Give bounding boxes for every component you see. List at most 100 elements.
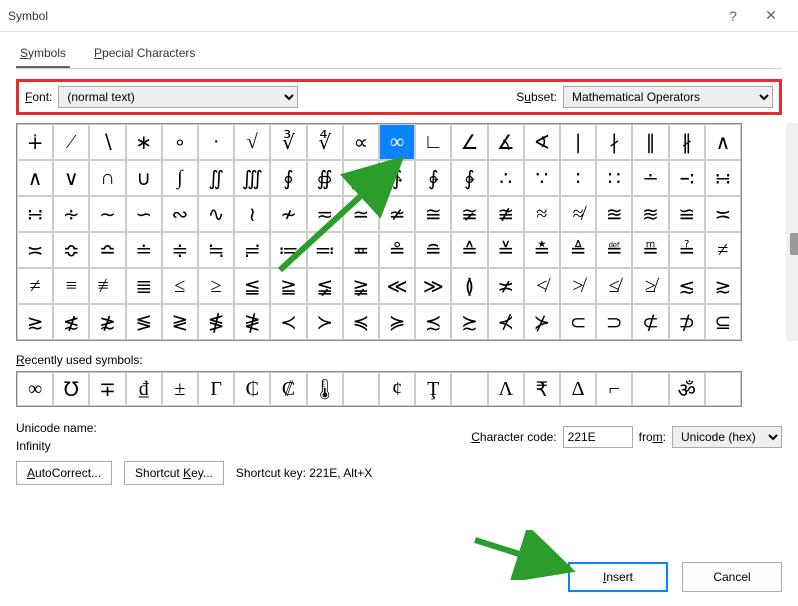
symbol-cell[interactable]: ∭ <box>234 160 270 196</box>
symbol-cell[interactable]: ≤ <box>162 268 198 304</box>
symbol-cell[interactable]: ∺ <box>705 160 741 196</box>
symbol-cell[interactable]: ∻ <box>53 196 89 232</box>
symbol-cell[interactable]: ≰ <box>596 268 632 304</box>
symbol-cell[interactable]: ≒ <box>198 232 234 268</box>
symbol-cell[interactable]: ≱ <box>632 268 668 304</box>
symbol-cell[interactable]: ∩ <box>89 160 125 196</box>
symbol-cell[interactable]: ∺ <box>17 196 53 232</box>
shortcut-key-button[interactable]: Shortcut Key... <box>124 461 224 485</box>
symbol-cell[interactable]: ∕ <box>53 124 89 160</box>
symbol-cell[interactable]: ∽ <box>126 196 162 232</box>
symbol-cell[interactable]: ⊁ <box>524 304 560 340</box>
symbol-cell[interactable]: ∧ <box>17 160 53 196</box>
symbol-cell[interactable]: ≕ <box>307 232 343 268</box>
symbol-cell[interactable]: ≬ <box>451 268 487 304</box>
recent-cell[interactable]: ₡ <box>270 372 306 406</box>
symbol-cell[interactable]: ≠ <box>705 232 741 268</box>
symbol-cell[interactable]: ∰ <box>343 160 379 196</box>
symbol-cell[interactable]: ∳ <box>451 160 487 196</box>
close-button[interactable]: ✕ <box>752 7 790 24</box>
recent-cell[interactable]: 🌡 <box>307 372 343 406</box>
symbol-cell[interactable]: ≴ <box>53 304 89 340</box>
symbol-cell[interactable]: ∹ <box>669 160 705 196</box>
recent-cell[interactable] <box>632 372 668 406</box>
symbol-cell[interactable]: ≠ <box>17 268 53 304</box>
symbol-cell[interactable]: ∙ <box>198 124 234 160</box>
symbol-cell[interactable]: ≉ <box>560 196 596 232</box>
recent-cell[interactable] <box>451 372 487 406</box>
symbol-cell[interactable]: ∦ <box>669 124 705 160</box>
cancel-button[interactable]: Cancel <box>682 562 782 592</box>
symbol-cell[interactable]: ≘ <box>415 232 451 268</box>
symbol-cell[interactable]: ≃ <box>343 196 379 232</box>
symbol-cell[interactable]: ≭ <box>488 268 524 304</box>
tab-special-characters[interactable]: Ppecial Characters <box>90 40 199 68</box>
symbol-cell[interactable]: ≳ <box>17 304 53 340</box>
symbol-cell[interactable]: ≮ <box>524 268 560 304</box>
symbol-cell[interactable]: ∥ <box>632 124 668 160</box>
recent-cell[interactable]: ¢ <box>379 372 415 406</box>
symbol-cell[interactable]: ≍ <box>705 196 741 232</box>
symbol-cell[interactable]: ≧ <box>270 268 306 304</box>
symbol-cell[interactable]: ≹ <box>234 304 270 340</box>
recent-cell[interactable]: Ţ <box>415 372 451 406</box>
recent-cell[interactable]: ॐ <box>669 372 705 406</box>
help-button[interactable]: ? <box>714 8 752 24</box>
symbol-cell[interactable]: ≺ <box>270 304 306 340</box>
scrollbar[interactable] <box>786 123 798 341</box>
symbol-cell[interactable]: ≛ <box>524 232 560 268</box>
symbol-cell[interactable]: ≼ <box>343 304 379 340</box>
symbol-cell[interactable]: ≌ <box>669 196 705 232</box>
symbol-cell[interactable]: ≈ <box>524 196 560 232</box>
symbol-cell[interactable]: ∔ <box>17 124 53 160</box>
symbol-cell[interactable]: ∨ <box>53 160 89 196</box>
autocorrect-button[interactable]: AutoCorrect... <box>16 461 112 485</box>
symbol-cell[interactable]: ≽ <box>379 304 415 340</box>
symbol-cell[interactable]: ∢ <box>524 124 560 160</box>
symbol-cell[interactable]: ≪ <box>379 268 415 304</box>
symbol-cell[interactable]: ≎ <box>53 232 89 268</box>
symbol-cell[interactable]: ∾ <box>162 196 198 232</box>
symbol-cell[interactable]: ≡ <box>53 268 89 304</box>
symbol-cell[interactable]: ≓ <box>234 232 270 268</box>
symbol-cell[interactable]: ≇ <box>488 196 524 232</box>
symbol-cell[interactable]: ≖ <box>343 232 379 268</box>
symbol-cell[interactable]: ≙ <box>451 232 487 268</box>
recent-cell[interactable]: ₹ <box>524 372 560 406</box>
subset-select[interactable]: Mathematical Operators <box>563 86 773 108</box>
symbol-cell[interactable]: ≵ <box>89 304 125 340</box>
symbol-cell[interactable]: √ <box>234 124 270 160</box>
symbol-cell[interactable]: ∟ <box>415 124 451 160</box>
symbol-cell[interactable]: ⊀ <box>488 304 524 340</box>
symbol-cell[interactable]: ≚ <box>488 232 524 268</box>
recent-cell[interactable]: ∞ <box>17 372 53 406</box>
symbol-cell[interactable]: ∘ <box>162 124 198 160</box>
symbol-cell[interactable]: ≲ <box>669 268 705 304</box>
symbol-cell[interactable]: ≑ <box>162 232 198 268</box>
recent-cell[interactable]: Γ <box>198 372 234 406</box>
symbol-cell[interactable]: ≝ <box>596 232 632 268</box>
symbol-cell[interactable]: ⊅ <box>669 304 705 340</box>
symbol-cell[interactable]: ≊ <box>596 196 632 232</box>
symbol-cell[interactable]: ≗ <box>379 232 415 268</box>
recent-cell[interactable]: ℧ <box>53 372 89 406</box>
symbol-cell[interactable]: ⊂ <box>560 304 596 340</box>
symbol-cell[interactable]: ≯ <box>560 268 596 304</box>
recent-grid[interactable]: ∞℧∓₫±Γ₵₡🌡 ¢Ţ Λ₹Δ⌐ ॐ <box>16 371 742 407</box>
recent-cell[interactable] <box>343 372 379 406</box>
recent-cell[interactable]: Δ <box>560 372 596 406</box>
symbol-cell[interactable]: ∡ <box>488 124 524 160</box>
symbol-cell[interactable]: ∫ <box>162 160 198 196</box>
symbol-cell[interactable]: ∗ <box>126 124 162 160</box>
tab-symbols[interactable]: Symbols <box>16 40 70 68</box>
font-select[interactable]: (normal text) <box>58 86 298 108</box>
symbol-cell[interactable]: ∸ <box>632 160 668 196</box>
recent-cell[interactable]: ± <box>162 372 198 406</box>
symbol-cell[interactable]: ≦ <box>234 268 270 304</box>
symbol-cell[interactable]: ∖ <box>89 124 125 160</box>
symbol-cell[interactable]: ∛ <box>270 124 306 160</box>
symbol-cell[interactable]: ≜ <box>560 232 596 268</box>
symbol-cell[interactable]: ⊃ <box>596 304 632 340</box>
symbol-cell[interactable]: ≄ <box>379 196 415 232</box>
symbol-cell[interactable]: ∱ <box>379 160 415 196</box>
